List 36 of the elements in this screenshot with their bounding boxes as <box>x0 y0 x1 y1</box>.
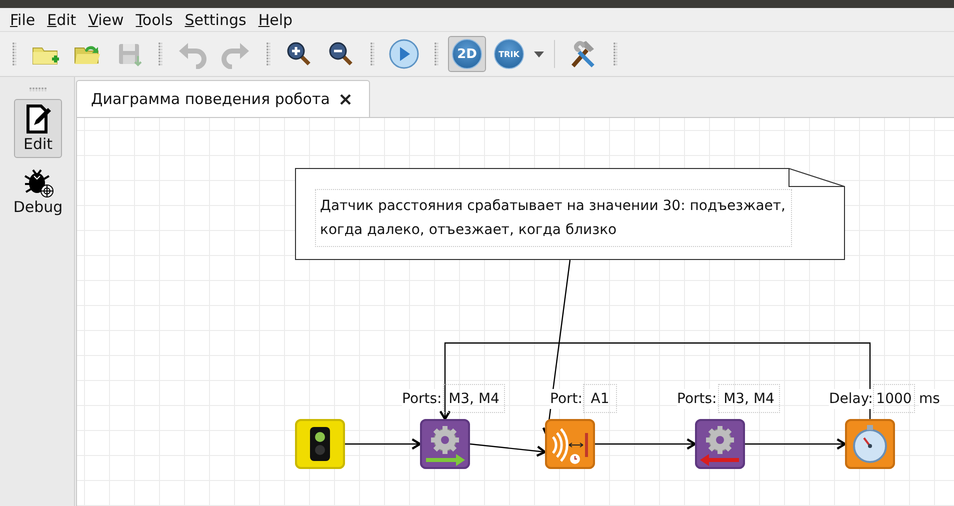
menu-item[interactable]: View <box>82 10 130 28</box>
property-value[interactable]: A1 <box>583 384 617 413</box>
connector-arrow[interactable] <box>345 438 422 450</box>
gear-block[interactable] <box>420 419 470 469</box>
caret-icon <box>533 50 545 58</box>
menu-item[interactable]: Edit <box>41 10 82 28</box>
zoom-out-icon <box>327 40 355 68</box>
distance-sensor-block[interactable] <box>545 419 595 469</box>
connector-arrow[interactable] <box>439 342 871 422</box>
menu-item[interactable]: Settings <box>178 10 252 28</box>
property-label: Ports: <box>402 389 442 409</box>
property-label: Port: <box>550 389 582 409</box>
gear-block[interactable] <box>695 419 745 469</box>
mode-tab[interactable]: Edit <box>14 99 62 158</box>
play-icon <box>388 38 420 70</box>
menu-item[interactable]: Tools <box>130 10 179 28</box>
mode-tab[interactable]: Debug <box>14 160 62 221</box>
property-label: Ports: <box>677 389 717 409</box>
unit-label: ms <box>919 389 940 409</box>
document-tab[interactable]: Диаграмма поведения робота <box>76 80 370 117</box>
pencil-page-icon <box>24 103 52 135</box>
zoom-in-icon <box>285 40 313 68</box>
mode-button[interactable]: 2D <box>448 36 486 72</box>
property-value[interactable]: M3, M4 <box>443 384 505 413</box>
property-label: Delay: <box>829 389 873 409</box>
stopwatch-block[interactable] <box>845 419 895 469</box>
comment-text: Датчик расстояния срабатывает на значении 30: подъезжает, когда далеко, отъезжает, когда близко <box>315 189 792 247</box>
traffic-light-block[interactable] <box>295 419 345 469</box>
connector-arrow[interactable] <box>470 443 548 457</box>
property-value[interactable]: M3, M4 <box>718 384 780 413</box>
property-value[interactable]: 1000 <box>873 384 915 413</box>
connector-arrow[interactable] <box>595 438 698 450</box>
menu-item[interactable]: Help <box>252 10 299 28</box>
menu-item[interactable]: File <box>4 10 42 28</box>
connector-arrow[interactable] <box>745 438 848 450</box>
close-icon[interactable] <box>340 94 351 104</box>
